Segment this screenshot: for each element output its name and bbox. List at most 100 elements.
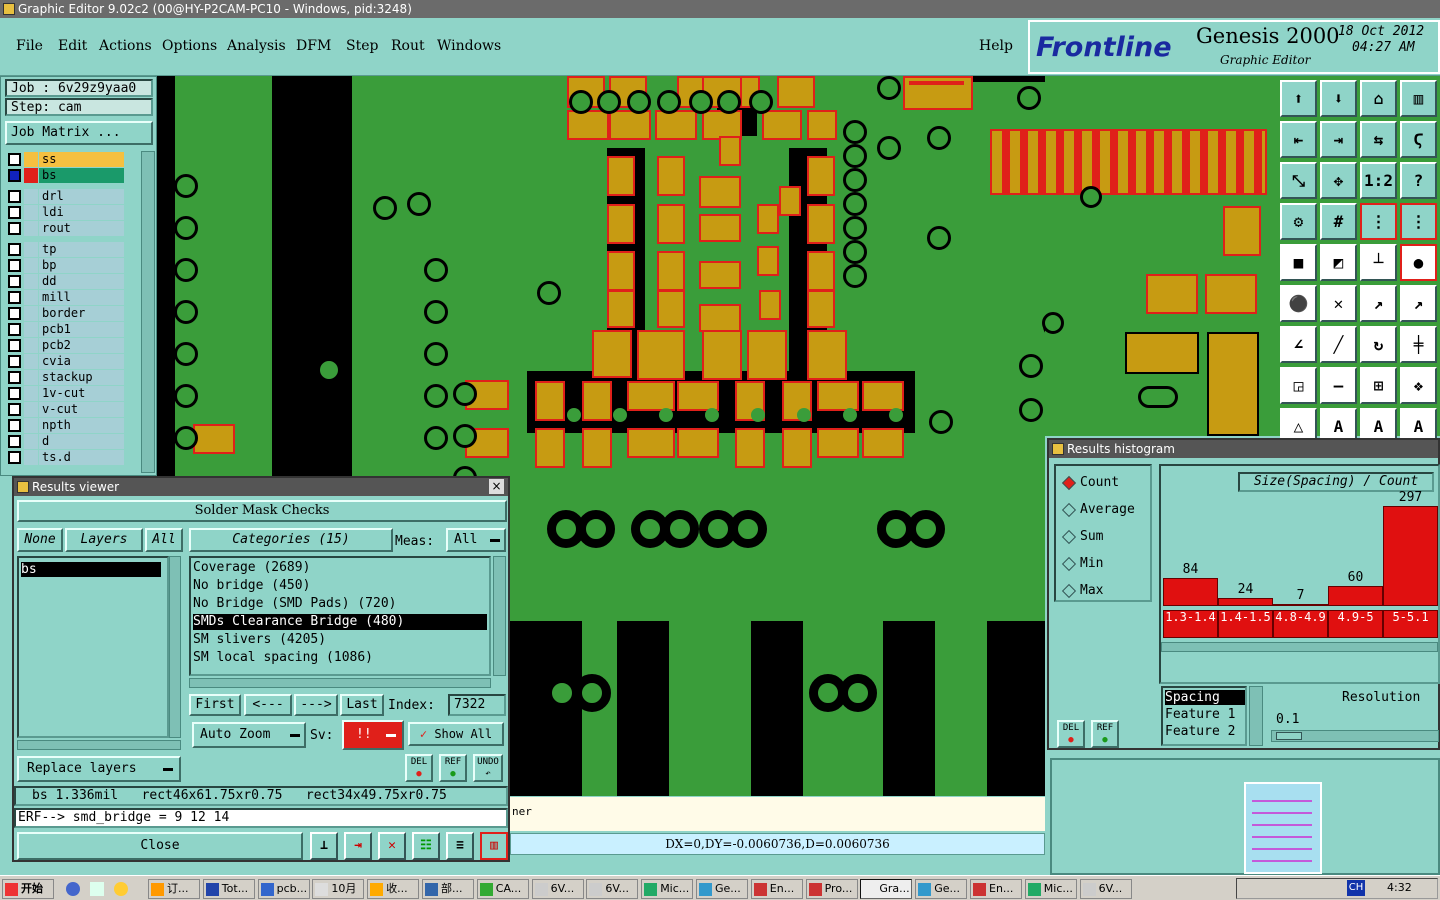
taskbar-item[interactable]: 部...: [422, 879, 474, 899]
feature2-item[interactable]: Feature 2: [1165, 724, 1243, 739]
menu-actions[interactable]: Actions: [99, 38, 152, 54]
taskbar-item[interactable]: 6V...: [531, 879, 584, 899]
severity-dropdown[interactable]: !!: [342, 720, 404, 750]
close-icon[interactable]: ×: [489, 479, 504, 494]
measure-icon[interactable]: ⊞: [1360, 367, 1397, 404]
connect2-icon[interactable]: ↗: [1400, 285, 1437, 322]
fit-icon[interactable]: ⤡: [1280, 162, 1317, 199]
layer-checkbox[interactable]: [8, 169, 21, 182]
language-indicator[interactable]: CH: [1347, 880, 1365, 896]
taskbar-item[interactable]: En...: [970, 879, 1022, 899]
feature1-item[interactable]: Feature 1: [1165, 707, 1243, 722]
mode-radio-sum[interactable]: Sum: [1061, 528, 1103, 546]
layer-checkbox[interactable]: [8, 403, 21, 416]
layer-checkbox[interactable]: [8, 222, 21, 235]
close-button[interactable]: Close: [17, 832, 303, 860]
arc-icon[interactable]: ↻: [1360, 326, 1397, 363]
del-button[interactable]: DEL ●: [405, 754, 433, 782]
taskbar-item[interactable]: CA...: [476, 879, 529, 899]
spacing-item[interactable]: Spacing: [1165, 690, 1245, 705]
auto-zoom-dropdown[interactable]: Auto Zoom: [192, 722, 306, 748]
none-button[interactable]: None: [17, 528, 63, 552]
taskbar-item[interactable]: Gra...: [860, 879, 913, 899]
pad-icon[interactable]: ■: [1280, 244, 1317, 281]
taskbar-item[interactable]: En...: [750, 879, 803, 899]
category-item[interactable]: SMDs Clearance Bridge (480): [193, 614, 487, 630]
window-icon[interactable]: ▥: [1400, 80, 1437, 117]
home-icon[interactable]: ⌂: [1360, 80, 1397, 117]
layer-row-cvia[interactable]: cvia: [8, 354, 124, 369]
layer-checkbox[interactable]: [8, 153, 21, 166]
histogram-scrollbar[interactable]: [1161, 642, 1438, 652]
menu-file[interactable]: File: [16, 38, 43, 54]
job-matrix-button[interactable]: Job Matrix ...: [5, 121, 153, 145]
spacing-list[interactable]: Spacing Feature 1 Feature 2: [1161, 686, 1247, 746]
last-button[interactable]: Last: [340, 694, 384, 716]
taskbar-item[interactable]: 6V...: [1079, 879, 1132, 899]
all-layers-button[interactable]: All: [145, 528, 183, 552]
taskbar-item[interactable]: 6V...: [586, 879, 639, 899]
up-arrow-icon[interactable]: ⬆: [1280, 80, 1317, 117]
dot-icon[interactable]: ●: [1400, 244, 1437, 281]
layer-row-pcb2[interactable]: pcb2: [8, 338, 124, 353]
taskbar-item[interactable]: Mic...: [641, 879, 694, 899]
show-all-toggle[interactable]: ✓ Show All: [408, 722, 504, 746]
mode-radio-count[interactable]: Count: [1061, 474, 1119, 492]
next-button[interactable]: --->: [294, 694, 338, 716]
category-item[interactable]: Coverage (2689): [193, 560, 487, 576]
right-icon[interactable]: ⇥: [1320, 121, 1357, 158]
taskbar-item[interactable]: Pro...: [805, 879, 858, 899]
layer-checkbox[interactable]: [8, 451, 21, 464]
menu-help[interactable]: Help: [979, 38, 1013, 54]
probe-icon[interactable]: ⊥: [310, 832, 338, 860]
layer-row-pcb1[interactable]: pcb1: [8, 322, 124, 337]
layer-list-item[interactable]: bs: [21, 562, 161, 577]
erf-icon[interactable]: ✕: [378, 832, 406, 860]
layer-checkbox[interactable]: [8, 206, 21, 219]
taskbar-item[interactable]: Mic...: [1024, 879, 1077, 899]
taskbar-item[interactable]: 10月: [312, 879, 365, 899]
layer-checkbox[interactable]: [8, 307, 21, 320]
category-item[interactable]: SM slivers (4205): [193, 632, 487, 648]
category-item[interactable]: No Bridge (SMD Pads) (720): [193, 596, 487, 612]
layers-button[interactable]: Layers: [65, 528, 143, 552]
scale-icon[interactable]: 1:2: [1360, 162, 1397, 199]
angle-icon[interactable]: ∠: [1280, 326, 1317, 363]
category-item[interactable]: SM local spacing (1086): [193, 650, 487, 666]
menu-dfm[interactable]: DFM: [296, 38, 331, 54]
layer-row-bp[interactable]: bp: [8, 258, 124, 273]
histogram-icon[interactable]: ▥: [480, 832, 508, 860]
hist-ref-button[interactable]: REF ●: [1091, 720, 1119, 748]
layer-row-1v-cut[interactable]: 1v-cut: [8, 386, 124, 401]
taskbar-item[interactable]: pcb...: [257, 879, 310, 899]
mode-radio-max[interactable]: Max: [1061, 582, 1103, 600]
desktop-icon[interactable]: [90, 882, 104, 896]
settings-icon[interactable]: ⚙: [1280, 203, 1317, 240]
taskbar-item[interactable]: Ge...: [696, 879, 748, 899]
layer-b-icon[interactable]: ⋮: [1400, 203, 1437, 240]
menu-analysis[interactable]: Analysis: [227, 38, 286, 54]
export-icon[interactable]: ⇥: [344, 832, 372, 860]
layer-row-v-cut[interactable]: v-cut: [8, 402, 124, 417]
chart-icon[interactable]: ☷: [412, 832, 440, 860]
histogram-bar[interactable]: [1273, 603, 1328, 606]
layer-checkbox[interactable]: [8, 371, 21, 384]
layer-checkbox[interactable]: [8, 419, 21, 432]
slider-thumb[interactable]: [1276, 732, 1302, 740]
center-icon[interactable]: ✥: [1320, 162, 1357, 199]
layer-row-mill[interactable]: mill: [8, 290, 124, 305]
app-icon[interactable]: [114, 882, 128, 896]
layers-hscrollbar[interactable]: [17, 740, 181, 750]
taskbar-item[interactable]: Tot...: [202, 879, 255, 899]
histogram-bar[interactable]: [1383, 506, 1438, 606]
left-icon[interactable]: ⇤: [1280, 121, 1317, 158]
categories-hscrollbar[interactable]: [189, 678, 491, 688]
start-button[interactable]: 开始: [2, 879, 54, 899]
feature-icon[interactable]: ╪: [1400, 326, 1437, 363]
replace-layers-dropdown[interactable]: Replace layers: [17, 756, 181, 782]
taskbar-item[interactable]: Ge...: [915, 879, 968, 899]
histogram-bar[interactable]: [1218, 597, 1273, 606]
report-icon[interactable]: ≡: [446, 832, 474, 860]
layer-row-border[interactable]: border: [8, 306, 124, 321]
ref-button[interactable]: REF ●: [439, 754, 467, 782]
